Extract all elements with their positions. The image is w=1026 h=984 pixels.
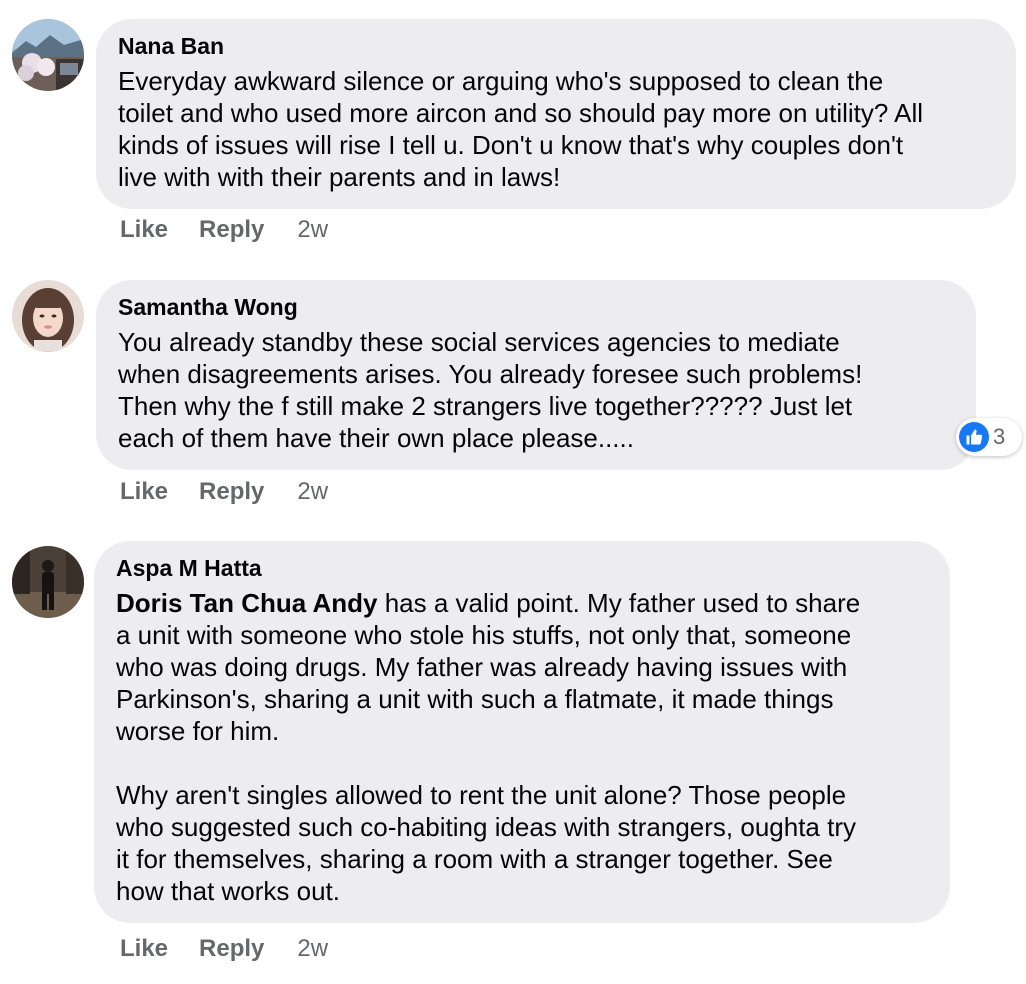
thumbs-up-icon [959,422,989,452]
landscape-avatar-icon [12,19,84,91]
reply-button[interactable]: Reply [199,215,264,245]
comment-text: Doris Tan Chua Andy has a valid point. M… [116,587,928,907]
comment-timestamp[interactable]: 2w [297,477,328,507]
comment-actions: Like Reply 2w [120,215,328,245]
avatar[interactable] [12,546,84,618]
comment-item: Aspa M Hatta Doris Tan Chua Andy has a v… [0,540,1026,984]
reply-button[interactable]: Reply [199,934,264,964]
reaction-count[interactable]: 3 [956,418,1022,456]
comment-item: Samantha Wong You already standby these … [0,260,1026,540]
reply-button[interactable]: Reply [199,477,264,507]
comment-text-body: has a valid point. My father used to sha… [116,588,861,906]
like-button[interactable]: Like [120,215,168,245]
like-button[interactable]: Like [120,477,168,507]
avatar[interactable] [12,280,84,352]
comment-timestamp[interactable]: 2w [297,215,328,245]
comment-actions: Like Reply 2w [120,934,328,964]
like-button[interactable]: Like [120,934,168,964]
person-avatar-icon [12,280,84,352]
reaction-count-label: 3 [993,424,1006,449]
mention-link[interactable]: Doris Tan Chua Andy [116,588,377,618]
comment-bubble: Nana Ban Everyday awkward silence or arg… [96,19,1016,209]
comment-bubble: Aspa M Hatta Doris Tan Chua Andy has a v… [94,541,950,923]
comment-item: Nana Ban Everyday awkward silence or arg… [0,0,1026,260]
comment-text: You already standby these social service… [118,327,863,453]
comment-author[interactable]: Nana Ban [118,32,994,60]
avatar[interactable] [12,19,84,91]
figure-avatar-icon [12,546,84,618]
comment-author[interactable]: Aspa M Hatta [116,554,928,582]
comment-actions: Like Reply 2w [120,477,328,507]
comment-author[interactable]: Samantha Wong [118,293,954,321]
comment-text: Everyday awkward silence or arguing who'… [118,66,924,192]
comment-bubble: Samantha Wong You already standby these … [96,280,976,470]
comment-timestamp[interactable]: 2w [297,934,328,964]
